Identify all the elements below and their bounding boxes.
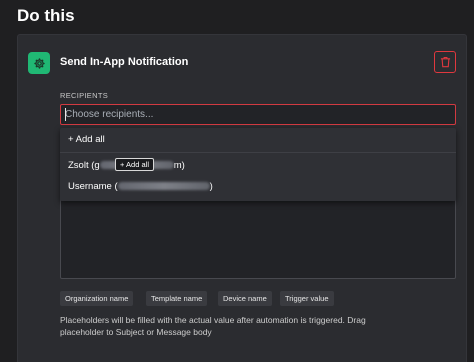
text-caret [65,108,66,121]
delete-action-button[interactable] [434,51,456,73]
redacted-email [117,182,210,191]
gear-icon [28,52,50,74]
page-title: Do this [17,6,75,25]
recipients-label: RECIPIENTS [60,91,109,100]
recipient-suffix: m) [173,160,185,171]
placeholder-chip-organization-name[interactable]: Organization name [60,291,134,306]
dropdown-divider [60,152,456,153]
recipient-name: Zsolt (g [68,160,100,171]
placeholder-chip-trigger-value[interactable]: Trigger value [280,291,334,306]
placeholder-help-text: Placeholders will be filled with the act… [60,315,366,337]
page: Do this Send In-App Notification RECIPIE… [0,0,474,362]
recipient-name: Username ( [68,181,118,192]
recipient-option[interactable]: Username () [60,178,456,196]
action-card: Send In-App Notification RECIPIENTS + Ad… [17,34,467,362]
action-title: Send In-App Notification [60,56,189,68]
recipient-suffix: ) [209,181,213,192]
recipients-input[interactable] [60,104,456,125]
add-all-tooltip: + Add all [115,158,154,171]
trash-icon [440,56,451,68]
placeholder-chip-template-name[interactable]: Template name [146,291,208,306]
add-all-option[interactable]: + Add all [60,131,456,149]
placeholder-chip-device-name[interactable]: Device name [218,291,272,306]
